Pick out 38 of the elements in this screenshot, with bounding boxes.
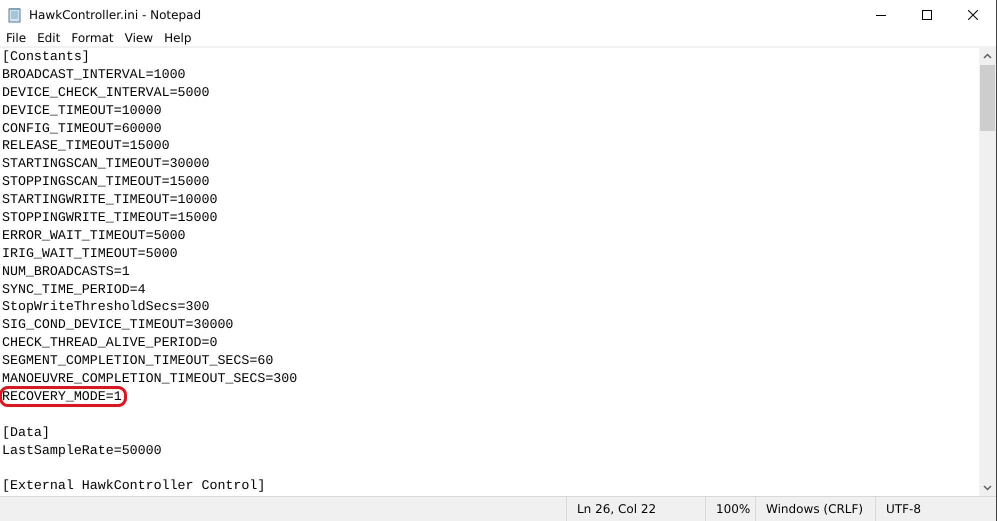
text-line: CHECK_THREAD_ALIVE_PERIOD=0 [2,335,218,350]
text-line: CONFIG_TIMEOUT=60000 [2,120,162,136]
zoom-level: 100% [705,497,755,521]
text-line: DEVICE_CHECK_INTERVAL=5000 [2,84,210,100]
encoding: UTF-8 [875,497,996,521]
section-header: [External HawkController Control] [2,478,266,494]
text-line: SEGMENT_COMPLETION_TIMEOUT_SECS=60 [2,353,274,368]
window-title: HawkController.ini - Notepad [29,8,202,22]
text-line: DEVICE_TIMEOUT=10000 [2,102,162,118]
section-header: [Constants] [2,49,90,64]
cursor-position: Ln 26, Col 22 [566,497,705,521]
text-line: SYNC_TIME_PERIOD=4 [2,282,146,297]
highlighted-line: RECOVERY_MODE=1 [2,388,124,404]
text-line: RELEASE_TIMEOUT=15000 [2,138,170,154]
line-ending: Windows (CRLF) [755,497,875,521]
text-line: STARTINGSCAN_TIMEOUT=30000 [2,156,210,172]
close-icon [968,10,978,20]
menu-item[interactable]: Format [65,28,119,47]
text-line: NUM_BROADCASTS=1 [2,264,130,279]
scroll-thumb[interactable] [980,65,995,131]
text-line: MANOEUVRE_COMPLETION_TIMEOUT_SECS=300 [2,371,298,386]
text-line: LastSampleRate=50000 [2,442,162,458]
text-line: SIG_COND_DEVICE_TIMEOUT=30000 [2,317,234,332]
menu-item[interactable]: Edit [31,28,66,47]
text-line: StopWriteThresholdSecs=300 [2,299,210,314]
text-line: BROADCAST_INTERVAL=1000 [2,66,186,82]
menu-item[interactable]: View [118,28,158,47]
menu-item[interactable]: Help [158,28,196,47]
text-line: IRIG_WAIT_TIMEOUT=5000 [2,246,178,261]
text-line: STOPPINGWRITE_TIMEOUT=15000 [2,210,218,226]
section-header: [Data] [2,424,50,440]
text-line: STARTINGWRITE_TIMEOUT=10000 [2,192,218,208]
text-line: ERROR_WAIT_TIMEOUT=5000 [2,228,186,243]
menu-item[interactable]: File [0,28,32,47]
vertical-scrollbar[interactable] [979,48,996,496]
notepad-icon [7,6,23,22]
text-line: STOPPINGSCAN_TIMEOUT=15000 [2,174,210,190]
maximize-icon [922,10,932,20]
